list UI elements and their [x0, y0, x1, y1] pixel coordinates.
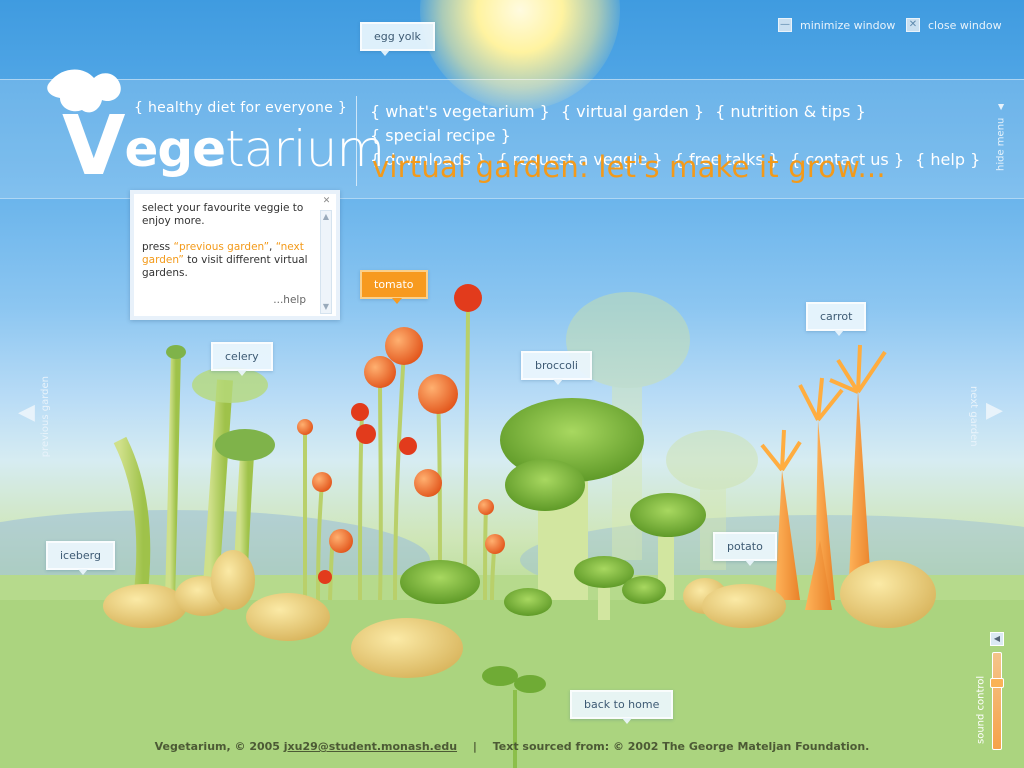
- sound-slider-track[interactable]: [992, 652, 1002, 750]
- close-label: close window: [928, 18, 1002, 32]
- previous-garden-button[interactable]: ◀: [18, 370, 35, 424]
- help-link[interactable]: ...help: [273, 294, 306, 306]
- arrow-right-icon: ▶: [986, 398, 1003, 423]
- next-garden-label: next garden: [968, 386, 979, 447]
- sound-control-label: sound control: [975, 675, 987, 745]
- tag-celery[interactable]: celery: [211, 342, 273, 376]
- next-garden-label-wrap[interactable]: next garden: [968, 380, 979, 447]
- tagline: { healthy diet for everyone }: [134, 100, 348, 116]
- sound-control: sound control ◀: [974, 630, 1014, 754]
- speaker-icon[interactable]: ◀: [990, 632, 1004, 646]
- tag-broccoli[interactable]: broccoli: [521, 351, 592, 385]
- tag-carrot[interactable]: carrot: [806, 302, 867, 336]
- footer-separator: |: [472, 740, 477, 753]
- hide-menu-label: hide menu: [995, 117, 1007, 172]
- footer-copyright: Vegetarium, © 2005: [154, 740, 284, 753]
- hide-menu-button[interactable]: hide menu ▲: [992, 92, 1010, 182]
- tag-tomato[interactable]: tomato: [360, 270, 428, 304]
- sound-slider-knob[interactable]: [990, 678, 1004, 689]
- footer-email-link[interactable]: jxu29@student.monash.edu: [284, 740, 457, 753]
- close-icon: ✕: [906, 18, 920, 32]
- nav-help[interactable]: { help }: [915, 150, 980, 169]
- page-headline: virtual garden: let's make it grow...: [372, 150, 886, 184]
- footer: Vegetarium, © 2005 jxu29@student.monash.…: [0, 740, 1024, 753]
- scroll-down-icon[interactable]: ▼: [321, 301, 331, 313]
- nav-whats-vegetarium[interactable]: { what's vegetarium }: [370, 102, 550, 121]
- back-to-home-button[interactable]: back to home: [570, 690, 674, 724]
- scroll-up-icon[interactable]: ▲: [321, 211, 331, 223]
- help-scrollbar[interactable]: ▲ ▼: [320, 210, 332, 314]
- help-panel: select your favourite veggie to enjoy mo…: [130, 190, 340, 320]
- tag-potato[interactable]: potato: [713, 532, 777, 566]
- close-icon[interactable]: ✕: [321, 196, 332, 207]
- tag-egg-yolk[interactable]: egg yolk: [360, 22, 435, 56]
- arrow-left-icon: ◀: [18, 400, 35, 425]
- nav-virtual-garden[interactable]: { virtual garden }: [561, 102, 704, 121]
- previous-garden-label: previous garden: [40, 376, 51, 458]
- minimize-icon: —: [778, 18, 792, 32]
- header-divider: [356, 96, 357, 186]
- minimize-window-button[interactable]: — minimize window: [778, 18, 895, 32]
- footer-source: Text sourced from: © 2002 The George Mat…: [492, 740, 870, 753]
- tag-iceberg[interactable]: iceberg: [46, 541, 115, 575]
- previous-garden-label-wrap[interactable]: previous garden: [40, 370, 51, 457]
- next-garden-button[interactable]: ▶: [986, 400, 1003, 422]
- logo[interactable]: Vegetarium: [42, 64, 385, 188]
- chevron-up-icon: ▲: [996, 102, 1006, 112]
- nav-nutrition-tips[interactable]: { nutrition & tips }: [715, 102, 866, 121]
- help-text: select your favourite veggie to enjoy mo…: [142, 202, 308, 279]
- close-window-button[interactable]: ✕ close window: [906, 18, 1002, 32]
- nav-special-recipe[interactable]: { special recipe }: [370, 126, 511, 145]
- minimize-label: minimize window: [800, 18, 896, 32]
